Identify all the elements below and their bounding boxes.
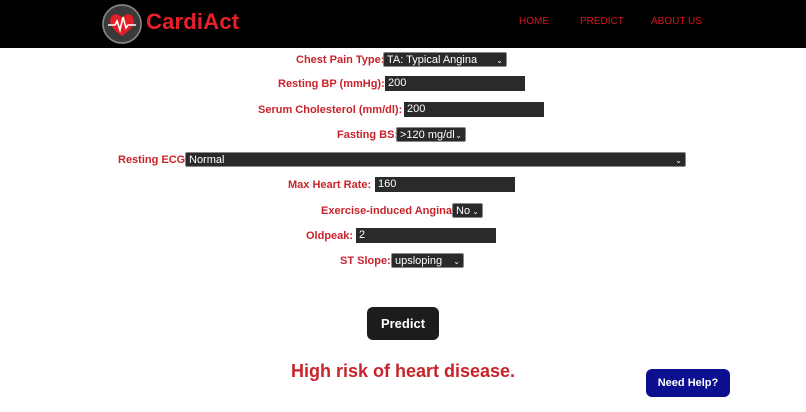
- chevron-down-icon: ⌄: [496, 56, 503, 65]
- chevron-down-icon: ⌄: [453, 257, 460, 266]
- max-heart-rate-row: Max Heart Rate: 160: [0, 177, 806, 195]
- resting-ecg-select[interactable]: Normal ⌄: [185, 152, 686, 167]
- resting-ecg-row: Resting ECG: Normal ⌄: [0, 152, 806, 170]
- chest-pain-type-label: Chest Pain Type:: [296, 54, 385, 66]
- oldpeak-input[interactable]: 2: [356, 228, 496, 243]
- serum-cholesterol-input[interactable]: 200: [404, 102, 544, 117]
- brand-name[interactable]: CardiAct: [146, 9, 239, 35]
- chest-pain-type-row: Chest Pain Type: TA: Typical Angina ⌄: [0, 52, 806, 70]
- heart-pulse-icon[interactable]: [102, 4, 142, 44]
- exercise-angina-label: Exercise-induced Angina:: [321, 205, 456, 217]
- fasting-bs-label: Fasting BS:: [337, 129, 399, 141]
- nav-predict-link[interactable]: PREDICT: [580, 16, 624, 27]
- oldpeak-row: Oldpeak: 2: [0, 228, 806, 246]
- max-heart-rate-label: Max Heart Rate:: [288, 179, 372, 191]
- nav-about-link[interactable]: ABOUT US: [651, 16, 702, 27]
- st-slope-row: ST Slope: upsloping ⌄: [0, 253, 806, 271]
- exercise-angina-value: No: [456, 205, 471, 217]
- serum-cholesterol-row: Serum Cholesterol (mm/dl): 200: [0, 102, 806, 120]
- oldpeak-label: Oldpeak:: [306, 230, 354, 242]
- fasting-bs-value: >120 mg/dl: [400, 129, 455, 141]
- resting-bp-row: Resting BP (mmHg): 200: [0, 76, 806, 94]
- st-slope-value: upsloping: [395, 255, 443, 267]
- resting-ecg-value: Normal: [189, 154, 225, 166]
- chevron-down-icon: ⌄: [455, 131, 462, 140]
- max-heart-rate-input[interactable]: 160: [375, 177, 515, 192]
- resting-ecg-label: Resting ECG:: [118, 154, 189, 166]
- exercise-angina-select[interactable]: No ⌄: [452, 203, 483, 218]
- resting-bp-input[interactable]: 200: [385, 76, 525, 91]
- need-help-button[interactable]: Need Help?: [646, 369, 730, 397]
- navbar: CardiAct HOME PREDICT ABOUT US: [0, 0, 806, 48]
- chest-pain-type-select[interactable]: TA: Typical Angina ⌄: [383, 52, 507, 67]
- fasting-bs-row: Fasting BS: >120 mg/dl ⌄: [0, 127, 806, 145]
- st-slope-select[interactable]: upsloping ⌄: [391, 253, 464, 268]
- fasting-bs-select[interactable]: >120 mg/dl ⌄: [396, 127, 466, 142]
- chest-pain-type-value: TA: Typical Angina: [387, 54, 478, 66]
- chevron-down-icon: ⌄: [472, 207, 479, 216]
- serum-cholesterol-label: Serum Cholesterol (mm/dl):: [258, 104, 403, 116]
- resting-bp-label: Resting BP (mmHg):: [278, 78, 385, 90]
- chevron-down-icon: ⌄: [675, 156, 682, 165]
- nav-home-link[interactable]: HOME: [519, 16, 549, 27]
- st-slope-label: ST Slope:: [340, 255, 391, 267]
- exercise-angina-row: Exercise-induced Angina: No ⌄: [0, 203, 806, 221]
- predict-button[interactable]: Predict: [367, 307, 439, 340]
